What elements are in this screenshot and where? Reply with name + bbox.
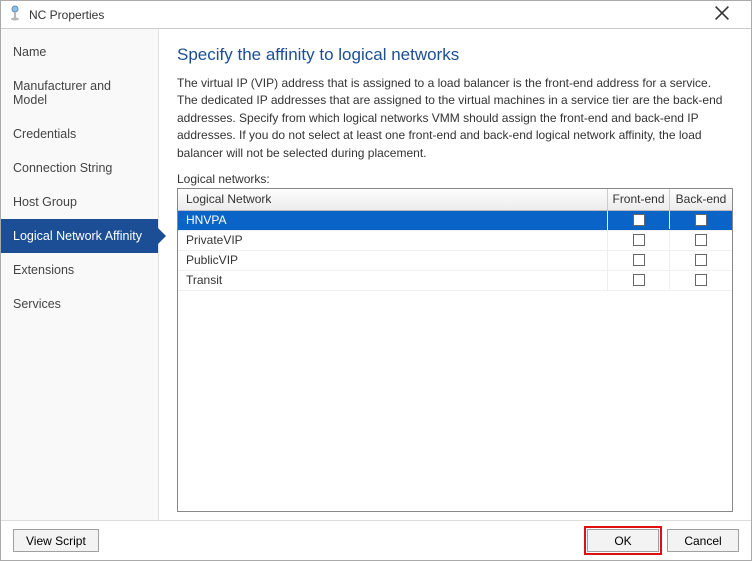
row-name: PrivateVIP	[178, 230, 608, 250]
sidebar: Name Manufacturer and Model Credentials …	[1, 29, 159, 520]
close-button[interactable]	[705, 1, 745, 28]
sidebar-item-host-group[interactable]: Host Group	[1, 185, 158, 219]
sidebar-item-services[interactable]: Services	[1, 287, 158, 321]
sidebar-item-manufacturer[interactable]: Manufacturer and Model	[1, 69, 158, 117]
sidebar-item-logical-network-affinity[interactable]: Logical Network Affinity	[1, 219, 158, 253]
window-title: NC Properties	[29, 8, 104, 22]
page-description: The virtual IP (VIP) address that is ass…	[177, 75, 733, 162]
table-row[interactable]: Transit	[178, 271, 732, 291]
frontend-checkbox[interactable]	[633, 214, 645, 226]
column-header-backend[interactable]: Back-end	[670, 189, 732, 210]
view-script-button[interactable]: View Script	[13, 529, 99, 552]
row-name: HNVPA	[178, 211, 608, 231]
grid-header: Logical Network Front-end Back-end	[178, 189, 732, 211]
frontend-checkbox[interactable]	[633, 254, 645, 266]
titlebar: NC Properties	[1, 1, 751, 29]
column-header-name[interactable]: Logical Network	[178, 189, 608, 210]
backend-checkbox[interactable]	[695, 274, 707, 286]
ok-button[interactable]: OK	[587, 529, 659, 552]
app-icon	[7, 5, 29, 24]
grid-label: Logical networks:	[177, 172, 733, 186]
sidebar-item-name[interactable]: Name	[1, 35, 158, 69]
sidebar-item-credentials[interactable]: Credentials	[1, 117, 158, 151]
main-panel: Specify the affinity to logical networks…	[159, 29, 751, 520]
frontend-checkbox[interactable]	[633, 234, 645, 246]
table-row[interactable]: PrivateVIP	[178, 231, 732, 251]
footer: View Script OK Cancel	[1, 520, 751, 560]
page-heading: Specify the affinity to logical networks	[177, 45, 733, 65]
cancel-button[interactable]: Cancel	[667, 529, 739, 552]
backend-checkbox[interactable]	[695, 254, 707, 266]
row-name: Transit	[178, 270, 608, 290]
row-name: PublicVIP	[178, 250, 608, 270]
backend-checkbox[interactable]	[695, 234, 707, 246]
dialog-window: NC Properties Name Manufacturer and Mode…	[0, 0, 752, 561]
logical-networks-grid: Logical Network Front-end Back-end HNVPA…	[177, 188, 733, 512]
sidebar-item-connection-string[interactable]: Connection String	[1, 151, 158, 185]
table-row[interactable]: HNVPA	[178, 211, 732, 231]
column-header-frontend[interactable]: Front-end	[608, 189, 670, 210]
sidebar-item-extensions[interactable]: Extensions	[1, 253, 158, 287]
grid-body: HNVPA PrivateVIP PublicVIP	[178, 211, 732, 511]
table-row[interactable]: PublicVIP	[178, 251, 732, 271]
close-icon	[714, 5, 736, 24]
backend-checkbox[interactable]	[695, 214, 707, 226]
frontend-checkbox[interactable]	[633, 274, 645, 286]
